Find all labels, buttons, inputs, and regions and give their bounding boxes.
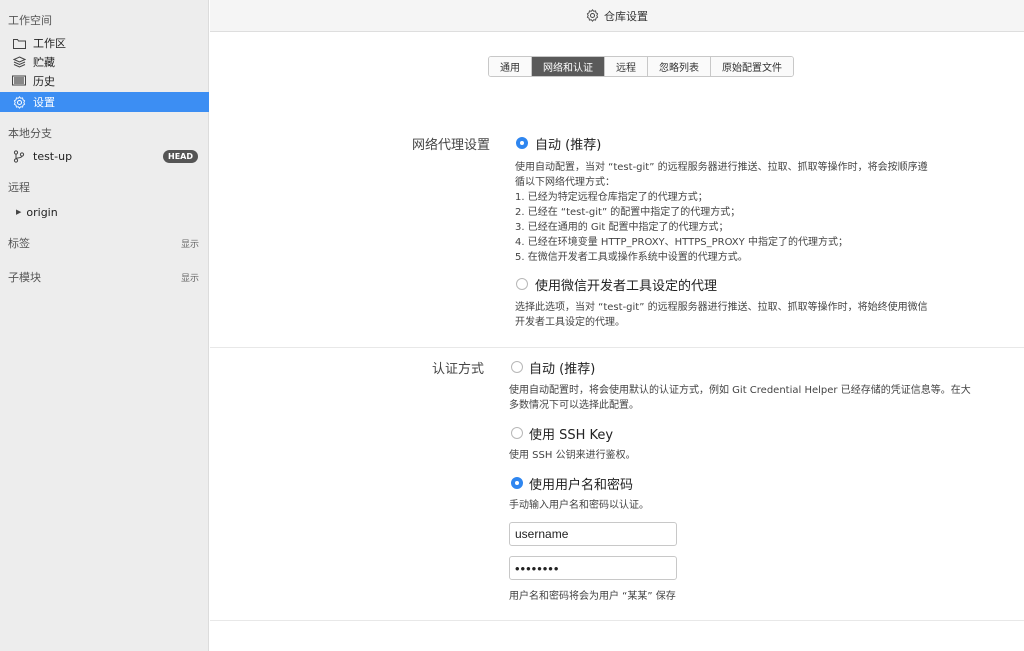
gear-icon bbox=[586, 9, 599, 22]
remote-section-title: 远程 bbox=[8, 181, 30, 194]
auth-section-label: 认证方式 bbox=[431, 362, 484, 377]
tab-general[interactable]: 通用 bbox=[489, 57, 532, 76]
submodules-section-title: 子模块 bbox=[8, 271, 41, 284]
auth-userpass-description: 手动输入用户名和密码以认证。 bbox=[509, 500, 649, 511]
desc-line: 1. 已经为特定远程仓库指定了的代理方式； bbox=[515, 192, 708, 203]
proxy-wechat-radio[interactable] bbox=[516, 278, 528, 290]
branch-name: test-up bbox=[33, 149, 73, 163]
tags-show-button[interactable]: 显示 bbox=[181, 237, 199, 250]
gear-icon bbox=[12, 95, 26, 109]
auth-userpass-option-label[interactable]: 使用用户名和密码 bbox=[529, 474, 633, 493]
sidebar-item-history[interactable]: 历史 bbox=[0, 71, 209, 91]
proxy-wechat-description: 选择此选项，当对 “test-git” 的远程服务器进行推送、拉取、抓取等操作时… bbox=[515, 300, 928, 330]
auth-ssh-radio[interactable] bbox=[511, 427, 523, 439]
sidebar-item-label: 设置 bbox=[33, 96, 55, 109]
expand-arrow-icon[interactable]: ▶ bbox=[16, 208, 21, 216]
auth-userpass-radio[interactable] bbox=[511, 477, 523, 489]
tab-network-auth[interactable]: 网络和认证 bbox=[532, 57, 605, 76]
remote-item-origin[interactable]: ▶ origin bbox=[0, 202, 209, 222]
auth-ssh-description: 使用 SSH 公钥来进行鉴权。 bbox=[509, 450, 636, 461]
sidebar: 工作空间 工作区 贮藏 历史 设置 本地分支 test-up HEAD 远程 ▶… bbox=[0, 0, 209, 651]
sidebar-item-label: 历史 bbox=[33, 75, 55, 88]
desc-line: 2. 已经在 “test-git” 的配置中指定了的代理方式； bbox=[515, 207, 741, 218]
desc-line: 选择此选项，当对 “test-git” 的远程服务器进行推送、拉取、抓取等操作时… bbox=[515, 302, 928, 313]
sidebar-item-workspace[interactable]: 工作区 bbox=[0, 33, 209, 53]
auth-auto-description: 使用自动配置时，将会使用默认的认证方式，例如 Git Credential He… bbox=[509, 383, 971, 413]
desc-line: 3. 已经在通用的 Git 配置中指定了的代理方式； bbox=[515, 222, 729, 233]
settings-tabs: 通用 网络和认证 远程 忽略列表 原始配置文件 bbox=[488, 56, 794, 77]
tab-raw-config[interactable]: 原始配置文件 bbox=[711, 57, 793, 76]
submodules-row: 子模块 显示 bbox=[8, 269, 199, 285]
head-badge: HEAD bbox=[163, 150, 198, 163]
username-input[interactable] bbox=[509, 522, 677, 546]
sidebar-item-stash[interactable]: 贮藏 bbox=[0, 52, 209, 72]
section-divider bbox=[210, 347, 1024, 348]
section-divider bbox=[210, 620, 1024, 621]
proxy-auto-option-label[interactable]: 自动 (推荐) bbox=[535, 134, 601, 153]
sidebar-item-label: 贮藏 bbox=[33, 56, 55, 69]
proxy-section-label: 网络代理设置 bbox=[411, 138, 490, 153]
sidebar-item-settings[interactable]: 设置 bbox=[0, 92, 209, 112]
desc-line: 4. 已经在环境变量 HTTP_PROXY、HTTPS_PROXY 中指定了的代… bbox=[515, 237, 848, 248]
desc-line: 循以下网络代理方式： bbox=[515, 177, 615, 188]
desc-line: 使用自动配置时，将会使用默认的认证方式，例如 Git Credential He… bbox=[509, 385, 971, 396]
proxy-wechat-option-label[interactable]: 使用微信开发者工具设定的代理 bbox=[535, 275, 717, 294]
window-title: 仓库设置 bbox=[604, 9, 648, 23]
workspace-section-title: 工作空间 bbox=[8, 14, 52, 27]
proxy-auto-description: 使用自动配置，当对 “test-git” 的远程服务器进行推送、拉取、抓取等操作… bbox=[515, 160, 928, 265]
submodules-show-button[interactable]: 显示 bbox=[181, 271, 199, 284]
auth-auto-radio[interactable] bbox=[511, 361, 523, 373]
desc-line: 使用自动配置，当对 “test-git” 的远程服务器进行推送、拉取、抓取等操作… bbox=[515, 162, 928, 173]
local-branch-section-title: 本地分支 bbox=[8, 127, 52, 140]
desc-line: 多数情况下可以选择此配置。 bbox=[509, 400, 639, 411]
tags-row: 标签 显示 bbox=[8, 235, 199, 251]
tab-remote[interactable]: 远程 bbox=[605, 57, 648, 76]
folder-icon bbox=[12, 36, 26, 50]
branch-icon bbox=[12, 149, 26, 163]
auth-auto-option-label[interactable]: 自动 (推荐) bbox=[529, 358, 595, 377]
tags-section-title: 标签 bbox=[8, 237, 30, 250]
sidebar-item-label: 工作区 bbox=[33, 37, 66, 50]
tab-ignore-list[interactable]: 忽略列表 bbox=[648, 57, 711, 76]
stack-icon bbox=[12, 55, 26, 69]
desc-line: 开发者工具设定的代理。 bbox=[515, 317, 625, 328]
desc-line: 5. 在微信开发者工具或操作系统中设置的代理方式。 bbox=[515, 252, 748, 263]
history-icon bbox=[12, 74, 26, 88]
auth-ssh-option-label[interactable]: 使用 SSH Key bbox=[529, 424, 613, 443]
proxy-auto-radio[interactable] bbox=[516, 137, 528, 149]
password-input[interactable] bbox=[509, 556, 677, 580]
remote-name: origin bbox=[26, 205, 58, 219]
credentials-save-note: 用户名和密码将会为用户 “某某” 保存 bbox=[509, 591, 676, 602]
title-bar: 仓库设置 bbox=[210, 0, 1024, 32]
